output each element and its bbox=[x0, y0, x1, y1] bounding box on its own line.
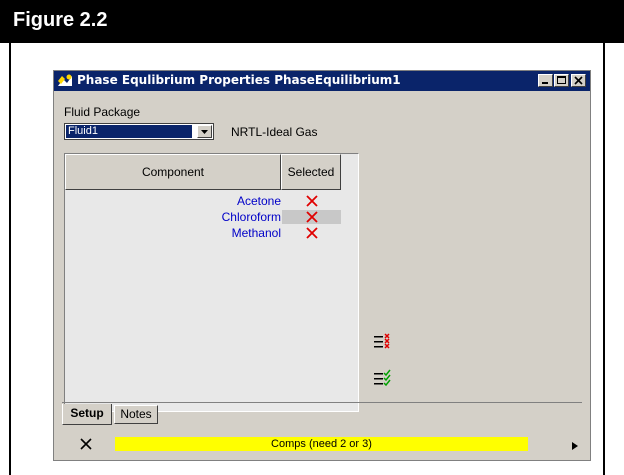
status-message: Comps (need 2 or 3) bbox=[115, 437, 528, 451]
component-name: Chloroform bbox=[221, 210, 281, 224]
selected-cell[interactable] bbox=[282, 194, 341, 208]
x-icon bbox=[305, 211, 318, 223]
chevron-down-icon bbox=[201, 130, 208, 134]
component-name: Methanol bbox=[231, 226, 281, 240]
minimize-icon bbox=[542, 82, 548, 84]
figure-title: Figure 2.2 bbox=[13, 9, 108, 31]
table-row[interactable]: Chloroform bbox=[65, 210, 358, 224]
column-header-component[interactable]: Component bbox=[65, 154, 281, 190]
tab-setup[interactable]: Setup bbox=[62, 404, 112, 425]
property-model-label: NRTL-Ideal Gas bbox=[231, 125, 318, 139]
column-header-selected[interactable]: Selected bbox=[281, 154, 341, 190]
window-titlebar[interactable]: Phase Equlibrium Properties PhaseEquilib… bbox=[54, 71, 590, 91]
component-table: Component Selected Acetone Chloroform Me… bbox=[64, 153, 359, 412]
play-icon[interactable] bbox=[571, 441, 579, 451]
selected-cell[interactable] bbox=[282, 226, 341, 240]
x-icon bbox=[305, 195, 318, 207]
table-row[interactable]: Methanol bbox=[65, 226, 358, 240]
component-name: Acetone bbox=[236, 194, 281, 208]
close-icon bbox=[574, 76, 583, 85]
fluid-package-select[interactable]: Fluid1 bbox=[64, 123, 214, 140]
figure-header: Figure 2.2 bbox=[0, 0, 624, 43]
tab-divider bbox=[62, 402, 582, 403]
x-icon bbox=[305, 227, 318, 239]
selected-cell[interactable] bbox=[282, 210, 341, 224]
app-icon bbox=[58, 74, 72, 86]
dropdown-button[interactable] bbox=[197, 125, 212, 138]
table-row[interactable]: Acetone bbox=[65, 194, 358, 208]
add-list-icon[interactable] bbox=[374, 369, 392, 389]
remove-list-icon[interactable] bbox=[374, 333, 392, 351]
fluid-package-label: Fluid Package bbox=[64, 105, 141, 119]
maximize-icon bbox=[557, 76, 566, 84]
close-button[interactable] bbox=[571, 74, 586, 87]
properties-window: Phase Equlibrium Properties PhaseEquilib… bbox=[53, 70, 591, 461]
delete-icon[interactable] bbox=[79, 437, 93, 451]
maximize-button[interactable] bbox=[554, 74, 569, 87]
window-title: Phase Equlibrium Properties PhaseEquilib… bbox=[77, 73, 401, 87]
minimize-button[interactable] bbox=[538, 74, 553, 87]
fluid-package-value: Fluid1 bbox=[66, 125, 192, 138]
tab-notes[interactable]: Notes bbox=[114, 405, 158, 424]
